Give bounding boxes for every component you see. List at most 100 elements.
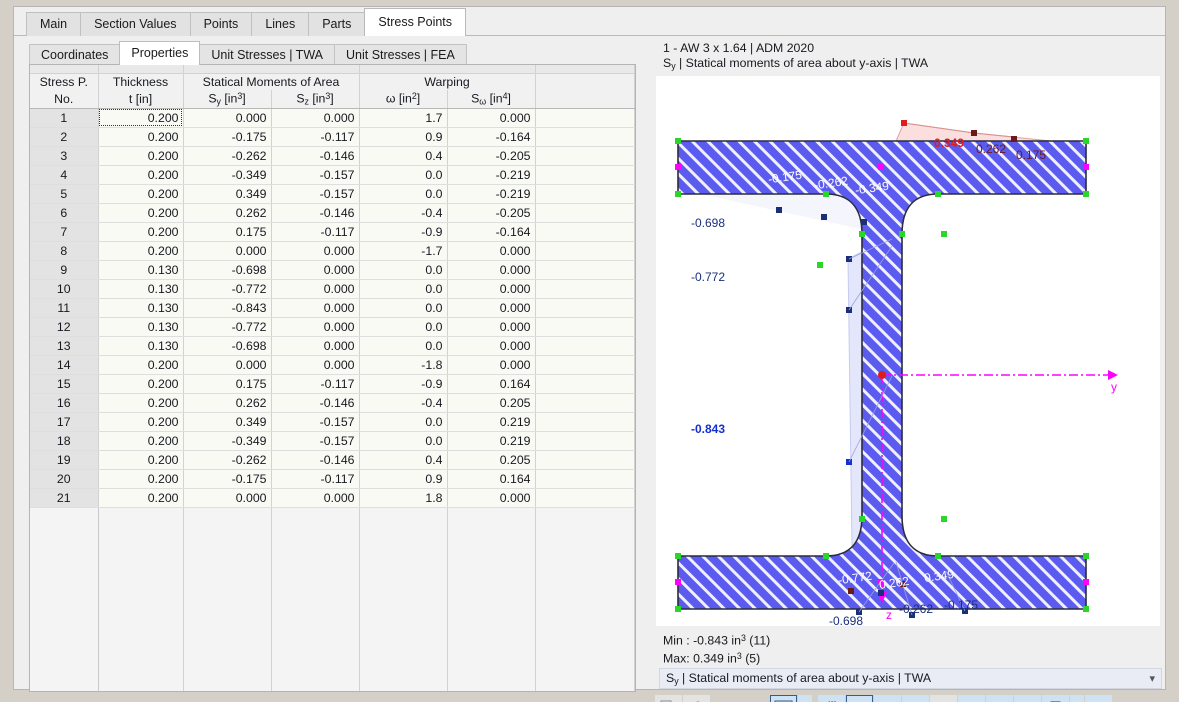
table-row[interactable]: 4 0.200 -0.349 -0.157 0.0 -0.219 bbox=[30, 165, 635, 185]
cell-thickness[interactable]: 0.200 bbox=[98, 165, 184, 185]
cell-thickness[interactable]: 0.200 bbox=[98, 431, 184, 451]
primary-tab-main[interactable]: Main bbox=[26, 12, 82, 36]
stress-points-dropdown-arrow[interactable]: ▼ bbox=[798, 695, 812, 702]
table-row[interactable]: 13 0.130 -0.698 0.000 0.0 0.000 bbox=[30, 336, 635, 356]
cell-s-omega[interactable]: 0.205 bbox=[447, 393, 536, 413]
cell-s-omega[interactable]: 0.164 bbox=[447, 374, 536, 394]
cell-sy[interactable]: -0.175 bbox=[183, 127, 272, 147]
cell-stress-point-no[interactable]: 9 bbox=[30, 260, 99, 280]
cell-thickness[interactable]: 0.130 bbox=[98, 336, 184, 356]
cell-stress-point-no[interactable]: 14 bbox=[30, 355, 99, 375]
cell-sz[interactable]: -0.157 bbox=[271, 412, 360, 432]
cell-sz[interactable]: -0.146 bbox=[271, 146, 360, 166]
cell-thickness[interactable]: 0.130 bbox=[98, 317, 184, 337]
table-row[interactable]: 8 0.200 0.000 0.000 -1.7 0.000 bbox=[30, 241, 635, 261]
cell-stress-point-no[interactable]: 21 bbox=[30, 488, 99, 508]
table-row[interactable]: 11 0.130 -0.843 0.000 0.0 0.000 bbox=[30, 298, 635, 318]
primary-tab-section-values[interactable]: Section Values bbox=[80, 12, 191, 36]
cell-sz[interactable]: -0.157 bbox=[271, 431, 360, 451]
cell-sy[interactable]: -0.349 bbox=[183, 165, 272, 185]
cell-sy[interactable]: -0.772 bbox=[183, 279, 272, 299]
stress-points-display-icon[interactable] bbox=[770, 695, 797, 702]
cell-s-omega[interactable]: -0.219 bbox=[447, 184, 536, 204]
cell-thickness[interactable]: 0.200 bbox=[98, 412, 184, 432]
cell-thickness[interactable]: 0.200 bbox=[98, 108, 184, 128]
cell-s-omega[interactable]: 0.219 bbox=[447, 412, 536, 432]
table-row[interactable]: 7 0.200 0.175 -0.117 -0.9 -0.164 bbox=[30, 222, 635, 242]
cell-s-omega[interactable]: -0.205 bbox=[447, 203, 536, 223]
color-scale-icon[interactable] bbox=[1014, 695, 1041, 702]
cell-sz[interactable]: 0.000 bbox=[271, 317, 360, 337]
secondary-tab-unit-stresses-twa[interactable]: Unit Stresses | TWA bbox=[199, 44, 335, 65]
cell-stress-point-no[interactable]: 12 bbox=[30, 317, 99, 337]
chevron-down-icon[interactable]: ▾ bbox=[1149, 672, 1155, 685]
cell-stress-point-no[interactable]: 20 bbox=[30, 469, 99, 489]
cell-thickness[interactable]: 0.130 bbox=[98, 260, 184, 280]
cell-s-omega[interactable]: 0.219 bbox=[447, 431, 536, 451]
cell-sz[interactable]: 0.000 bbox=[271, 488, 360, 508]
shear-center-icon[interactable]: sc bbox=[874, 695, 901, 702]
cell-stress-point-no[interactable]: 10 bbox=[30, 279, 99, 299]
cell-sy[interactable]: 0.000 bbox=[183, 108, 272, 128]
table-row[interactable]: 5 0.200 0.349 -0.157 0.0 -0.219 bbox=[30, 184, 635, 204]
table-row[interactable]: 21 0.200 0.000 0.000 1.8 0.000 bbox=[30, 488, 635, 508]
primary-tab-lines[interactable]: Lines bbox=[251, 12, 310, 36]
cell-sz[interactable]: -0.146 bbox=[271, 450, 360, 470]
cell-stress-point-no[interactable]: 11 bbox=[30, 298, 99, 318]
cell-stress-point-no[interactable]: 19 bbox=[30, 450, 99, 470]
table-row[interactable]: 1 0.200 0.000 0.000 1.7 0.000 bbox=[30, 108, 635, 128]
cell-omega[interactable]: -1.8 bbox=[359, 355, 448, 375]
cell-thickness[interactable]: 0.130 bbox=[98, 279, 184, 299]
cell-sz[interactable]: 0.000 bbox=[271, 336, 360, 356]
cell-sy[interactable]: 0.175 bbox=[183, 222, 272, 242]
cell-omega[interactable]: 0.0 bbox=[359, 184, 448, 204]
cell-s-omega[interactable]: 0.000 bbox=[447, 355, 536, 375]
cell-omega[interactable]: 0.0 bbox=[359, 431, 448, 451]
cell-stress-point-no[interactable]: 6 bbox=[30, 203, 99, 223]
secondary-tab-properties[interactable]: Properties bbox=[119, 41, 201, 65]
cell-thickness[interactable]: 0.200 bbox=[98, 127, 184, 147]
cell-omega[interactable]: 0.9 bbox=[359, 127, 448, 147]
table-row[interactable]: 6 0.200 0.262 -0.146 -0.4 -0.205 bbox=[30, 203, 635, 223]
cell-sy[interactable]: 0.262 bbox=[183, 393, 272, 413]
cell-stress-point-no[interactable]: 1 bbox=[30, 108, 99, 128]
cell-sy[interactable]: 0.000 bbox=[183, 355, 272, 375]
print-dropdown-arrow[interactable]: ▼ bbox=[1070, 695, 1084, 702]
cell-thickness[interactable]: 0.200 bbox=[98, 241, 184, 261]
cell-thickness[interactable]: 0.200 bbox=[98, 450, 184, 470]
cell-stress-point-no[interactable]: 15 bbox=[30, 374, 99, 394]
cell-s-omega[interactable]: 0.000 bbox=[447, 336, 536, 356]
cell-sy[interactable]: -0.262 bbox=[183, 450, 272, 470]
table-row[interactable]: 3 0.200 -0.262 -0.146 0.4 -0.205 bbox=[30, 146, 635, 166]
table-row[interactable]: 16 0.200 0.262 -0.146 -0.4 0.205 bbox=[30, 393, 635, 413]
table-row[interactable]: 2 0.200 -0.175 -0.117 0.9 -0.164 bbox=[30, 127, 635, 147]
cell-s-omega[interactable]: 0.000 bbox=[447, 317, 536, 337]
cell-sy[interactable]: 0.000 bbox=[183, 488, 272, 508]
cell-thickness[interactable]: 0.200 bbox=[98, 488, 184, 508]
cell-sy[interactable]: -0.349 bbox=[183, 431, 272, 451]
col-header-stresspoint-line2[interactable]: No. bbox=[30, 90, 99, 109]
table-row[interactable]: 12 0.130 -0.772 0.000 0.0 0.000 bbox=[30, 317, 635, 337]
cell-thickness[interactable]: 0.200 bbox=[98, 203, 184, 223]
table-row[interactable]: 18 0.200 -0.349 -0.157 0.0 0.219 bbox=[30, 431, 635, 451]
cell-sz[interactable]: 0.000 bbox=[271, 279, 360, 299]
cell-sz[interactable]: -0.157 bbox=[271, 184, 360, 204]
cell-omega[interactable]: 0.4 bbox=[359, 450, 448, 470]
cell-sy[interactable]: -0.698 bbox=[183, 260, 272, 280]
table-row[interactable]: 15 0.200 0.175 -0.117 -0.9 0.164 bbox=[30, 374, 635, 394]
cell-s-omega[interactable]: -0.219 bbox=[447, 165, 536, 185]
cell-s-omega[interactable]: -0.164 bbox=[447, 222, 536, 242]
cell-omega[interactable]: 0.0 bbox=[359, 165, 448, 185]
cell-sy[interactable]: -0.262 bbox=[183, 146, 272, 166]
cell-omega[interactable]: 0.0 bbox=[359, 412, 448, 432]
cell-s-omega[interactable]: 0.000 bbox=[447, 108, 536, 128]
cell-sy[interactable]: 0.175 bbox=[183, 374, 272, 394]
cell-omega[interactable]: 0.0 bbox=[359, 336, 448, 356]
cell-omega[interactable]: 0.9 bbox=[359, 469, 448, 489]
table-row[interactable]: 20 0.200 -0.175 -0.117 0.9 0.164 bbox=[30, 469, 635, 489]
col-header-warping-group[interactable]: Warping bbox=[359, 73, 536, 90]
primary-tab-stress-points[interactable]: Stress Points bbox=[364, 8, 467, 36]
secondary-tab-unit-stresses-fea[interactable]: Unit Stresses | FEA bbox=[334, 44, 467, 65]
table-row[interactable]: 14 0.200 0.000 0.000 -1.8 0.000 bbox=[30, 355, 635, 375]
col-header-s-omega[interactable]: Sω [in4] bbox=[447, 90, 536, 109]
